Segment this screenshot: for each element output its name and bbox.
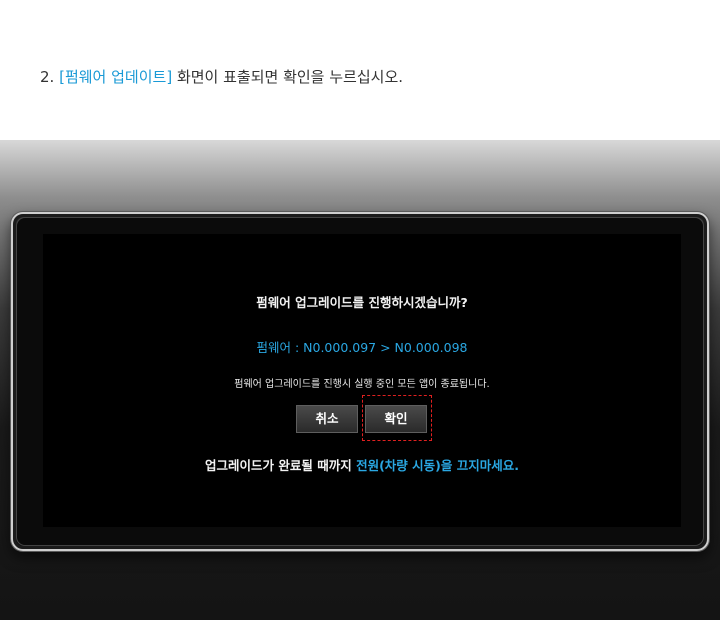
- display-screen: 펌웨어 업그레이드를 진행하시겠습니까? 펌웨어 : N0.000.097 > …: [43, 234, 681, 527]
- dialog-warning: 펌웨어 업그레이드를 진행시 실행 중인 모든 앱이 종료됩니다.: [234, 379, 490, 390]
- dialog-footer: 업그레이드가 완료될 때까지 전원(차량 시동)을 끄지마세요.: [43, 455, 681, 474]
- dialog-question: 펌웨어 업그레이드를 진행하시겠습니까?: [256, 295, 468, 310]
- step-number: 2.: [40, 68, 55, 86]
- footer-text: 업그레이드가 완료될 때까지: [205, 458, 357, 473]
- footer-highlight: 전원(차량 시동)을 끄지마세요.: [356, 458, 519, 473]
- instruction-body: 화면이 표출되면 확인을 누르십시오.: [172, 68, 404, 86]
- confirm-highlight-box: [362, 395, 432, 441]
- menu-name-highlight: [펌웨어 업데이트]: [59, 68, 173, 86]
- firmware-version: 펌웨어 : N0.000.097 > N0.000.098: [256, 340, 468, 355]
- cancel-button[interactable]: 취소: [296, 405, 358, 433]
- instruction-text: 2. [펌웨어 업데이트] 화면이 표출되면 확인을 누르십시오.: [40, 66, 403, 87]
